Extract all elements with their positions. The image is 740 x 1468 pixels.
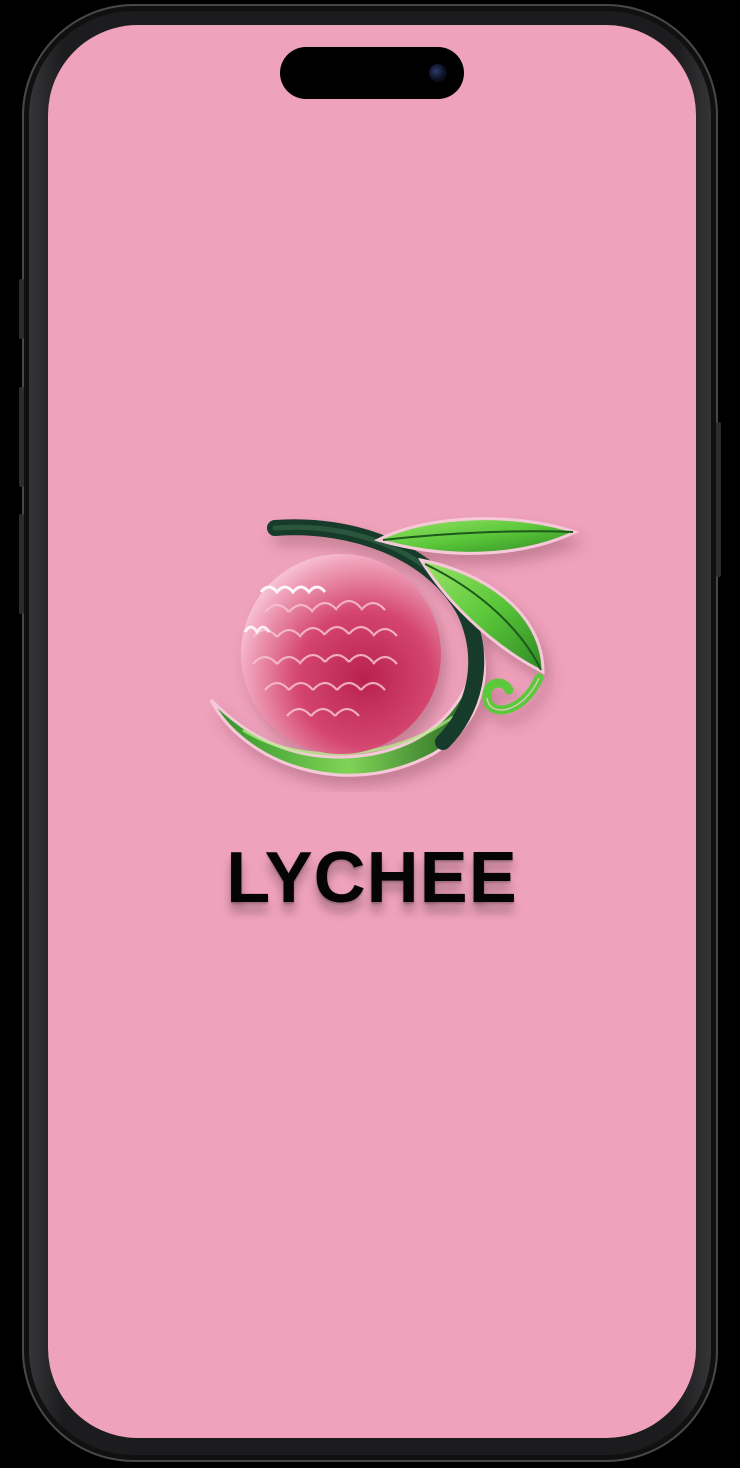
camera-icon	[429, 64, 447, 82]
silent-switch	[19, 279, 24, 339]
app-title: LYCHEE	[226, 838, 518, 918]
dynamic-island	[280, 47, 464, 99]
splash-screen: LYCHEE	[48, 25, 696, 1438]
lychee-fruit-logo	[209, 517, 579, 777]
volume-down-button	[19, 514, 24, 614]
power-button	[716, 422, 721, 577]
volume-up-button	[19, 387, 24, 487]
